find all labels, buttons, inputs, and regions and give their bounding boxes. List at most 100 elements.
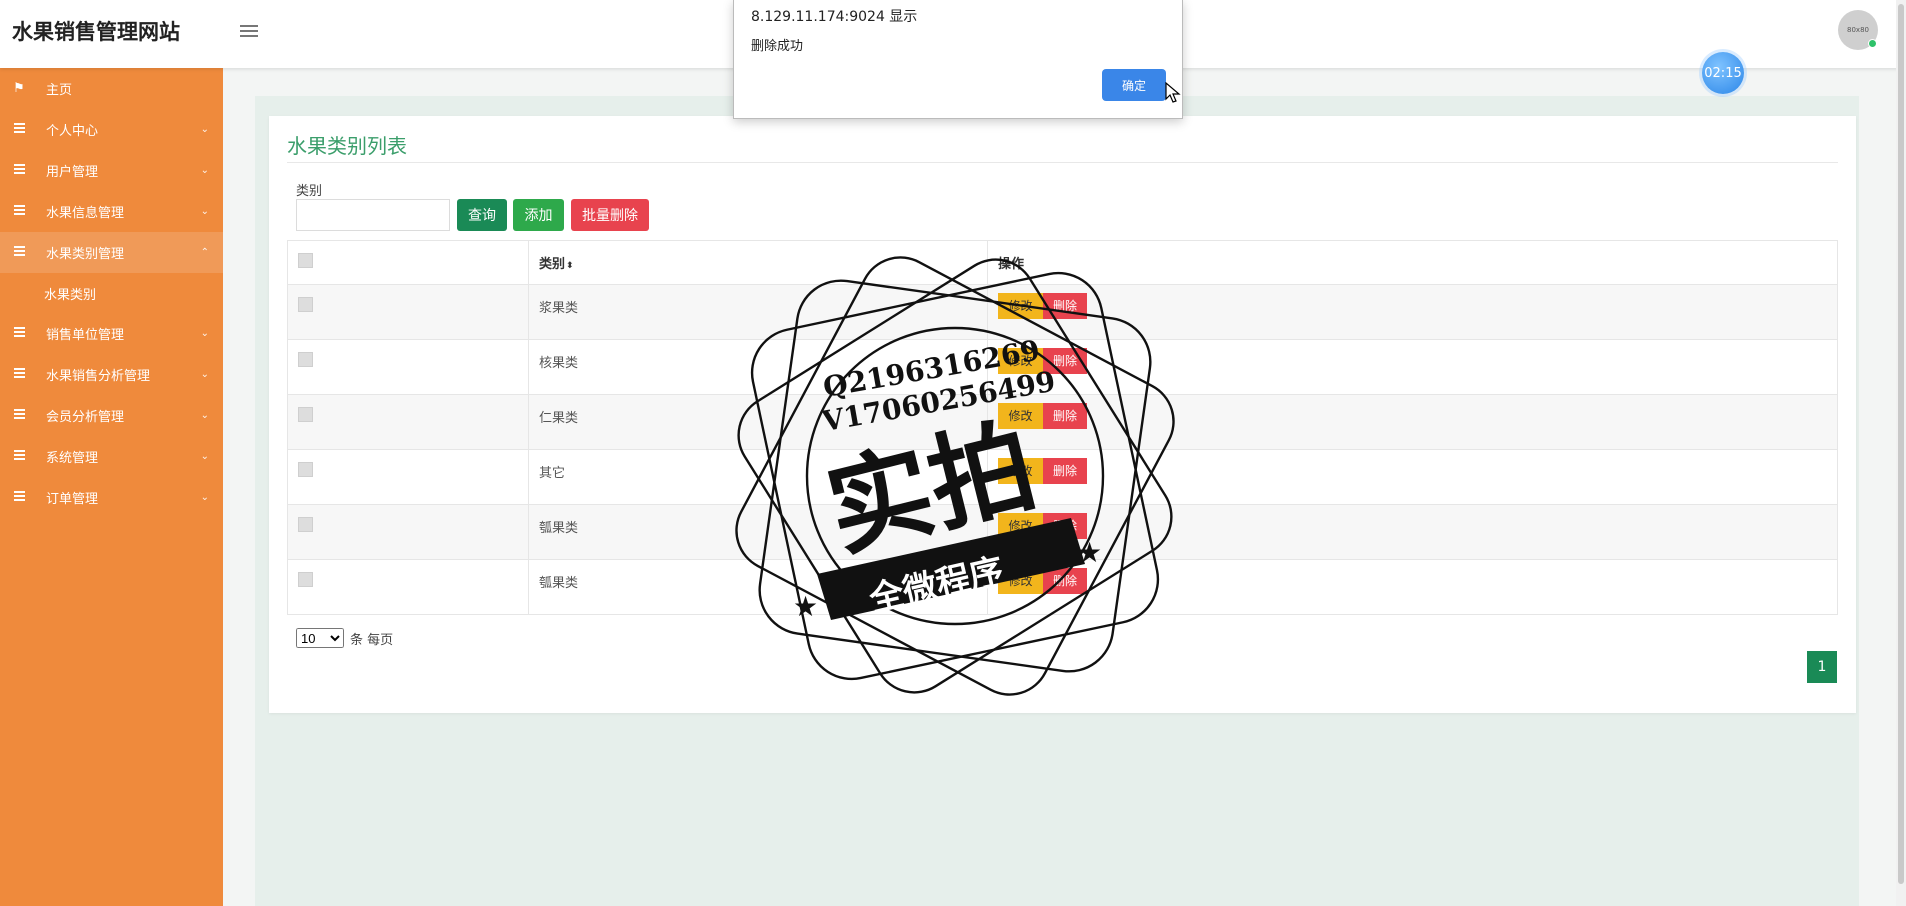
category-value: 瓠果类 (539, 521, 579, 536)
row-checkbox[interactable] (298, 517, 313, 532)
chevron-down-icon: ⌄ (200, 165, 209, 176)
recording-timer: 02:15 (1702, 52, 1744, 94)
sidebar-item-label: 水果信息管理 (46, 206, 125, 221)
dialog-message: 删除成功 (751, 39, 804, 54)
sidebar-item-personal-center[interactable]: 个人中心 ⌄ (0, 109, 223, 150)
query-button[interactable]: 查询 (457, 199, 507, 231)
table-row: 其它 修改 删除 (287, 449, 1838, 505)
edit-button[interactable]: 修改 (998, 458, 1043, 484)
edit-button[interactable]: 修改 (998, 568, 1043, 594)
category-cell: 瓠果类 (528, 559, 988, 615)
sidebar-item-label: 主页 (46, 83, 73, 98)
edit-button[interactable]: 修改 (998, 403, 1043, 429)
hamburger-menu-icon[interactable] (240, 22, 258, 38)
table-row: 仁果类 修改 删除 (287, 394, 1838, 450)
alert-dialog: 8.129.11.174:9024 显示 删除成功 确定 (733, 0, 1183, 119)
sidebar-item-user-management[interactable]: 用户管理 ⌄ (0, 150, 223, 191)
row-select-cell (287, 504, 529, 560)
row-select-cell (287, 394, 529, 450)
table-row: 瓠果类 修改 删除 (287, 559, 1838, 615)
mouse-cursor-icon (1165, 82, 1181, 103)
row-checkbox[interactable] (298, 352, 313, 367)
sidebar-item-member-analysis[interactable]: 会员分析管理 ⌄ (0, 395, 223, 436)
avatar[interactable]: 80x80 (1838, 10, 1878, 50)
row-select-cell (287, 339, 529, 395)
actions-header-label: 操作 (998, 257, 1025, 272)
sidebar-item-system[interactable]: 系统管理 ⌄ (0, 436, 223, 477)
category-cell: 瓠果类 (528, 504, 988, 560)
dialog-ok-button[interactable]: 确定 (1102, 69, 1166, 101)
edit-button[interactable]: 修改 (998, 348, 1043, 374)
flag-icon: ⚑ (13, 81, 25, 96)
category-column-header[interactable]: 类别⬍ (528, 240, 988, 285)
sidebar-item-orders[interactable]: 订单管理 ⌄ (0, 477, 223, 518)
sort-icon[interactable]: ⬍ (566, 261, 574, 271)
category-list-card: 水果类别列表 类别 查询 添加 批量删除 类别⬍ 操作 浆果类 修改 删除 核果类 (269, 116, 1856, 713)
row-checkbox[interactable] (298, 407, 313, 422)
menu-lines-icon (12, 489, 26, 507)
chevron-up-icon: ⌃ (200, 247, 209, 258)
actions-column-header: 操作 (987, 240, 1838, 285)
category-value: 仁果类 (539, 411, 579, 426)
row-select-cell (287, 284, 529, 340)
delete-button[interactable]: 删除 (1043, 458, 1087, 484)
row-select-cell (287, 559, 529, 615)
table-header-row: 类别⬍ 操作 (287, 240, 1838, 285)
page-size-select[interactable]: 10 (296, 628, 344, 648)
table-row: 瓠果类 修改 删除 (287, 504, 1838, 560)
scrollbar-thumb[interactable] (1898, 4, 1904, 884)
sidebar-item-label: 个人中心 (46, 124, 99, 139)
menu-lines-icon (12, 448, 26, 466)
add-button[interactable]: 添加 (513, 199, 564, 231)
actions-cell: 修改 删除 (987, 559, 1838, 615)
category-filter-label: 类别 (296, 184, 323, 199)
sidebar-subitem-fruit-category[interactable]: 水果类别 (0, 273, 223, 313)
delete-button[interactable]: 删除 (1043, 568, 1087, 594)
edit-button[interactable]: 修改 (998, 513, 1043, 539)
delete-button[interactable]: 删除 (1043, 403, 1087, 429)
sidebar-item-label: 用户管理 (46, 165, 99, 180)
sidebar-item-fruit-info[interactable]: 水果信息管理 ⌄ (0, 191, 223, 232)
batch-delete-button[interactable]: 批量删除 (571, 199, 649, 231)
delete-button[interactable]: 删除 (1043, 348, 1087, 374)
sidebar-item-fruit-category[interactable]: 水果类别管理 ⌃ (0, 232, 223, 273)
menu-lines-icon (12, 162, 26, 180)
category-cell: 核果类 (528, 339, 988, 395)
chevron-down-icon: ⌄ (200, 451, 209, 462)
avatar-placeholder-text: 80x80 (1847, 26, 1869, 34)
menu-lines-icon (12, 244, 26, 262)
category-value: 其它 (539, 466, 566, 481)
table-row: 浆果类 修改 删除 (287, 284, 1838, 340)
sidebar-item-home[interactable]: ⚑ 主页 (0, 68, 223, 109)
sidebar-item-sales-analysis[interactable]: 水果销售分析管理 ⌄ (0, 354, 223, 395)
actions-cell: 修改 删除 (987, 339, 1838, 395)
row-checkbox[interactable] (298, 297, 313, 312)
actions-cell: 修改 删除 (987, 284, 1838, 340)
delete-button[interactable]: 删除 (1043, 513, 1087, 539)
page-scrollbar[interactable] (1896, 0, 1906, 906)
online-status-dot (1868, 39, 1877, 48)
category-cell: 浆果类 (528, 284, 988, 340)
category-cell: 其它 (528, 449, 988, 505)
sidebar-item-label: 订单管理 (46, 492, 99, 507)
menu-lines-icon (12, 407, 26, 425)
sidebar-item-label: 水果销售分析管理 (46, 369, 151, 384)
delete-button[interactable]: 删除 (1043, 293, 1087, 319)
actions-cell: 修改 删除 (987, 394, 1838, 450)
category-table: 类别⬍ 操作 浆果类 修改 删除 核果类 修改 删除 仁果类 修改 删除 其它 … (287, 240, 1838, 615)
sidebar-item-sales-unit[interactable]: 销售单位管理 ⌄ (0, 313, 223, 354)
page-size-control: 10 条 每页 (296, 628, 393, 648)
row-checkbox[interactable] (298, 572, 313, 587)
select-all-checkbox[interactable] (298, 253, 313, 268)
dialog-origin-text: 8.129.11.174:9024 显示 (751, 9, 918, 25)
sidebar-item-label: 水果类别管理 (46, 247, 125, 262)
edit-button[interactable]: 修改 (998, 293, 1043, 319)
row-checkbox[interactable] (298, 462, 313, 477)
sidebar: ⚑ 主页 个人中心 ⌄ 用户管理 ⌄ 水果信息管理 ⌄ 水果类别管理 ⌃ 水果类… (0, 68, 223, 906)
pagination-page-button[interactable]: 1 (1807, 651, 1837, 683)
category-search-input[interactable] (296, 199, 450, 231)
menu-lines-icon (12, 121, 26, 139)
menu-lines-icon (12, 203, 26, 221)
category-cell: 仁果类 (528, 394, 988, 450)
chevron-down-icon: ⌄ (200, 328, 209, 339)
